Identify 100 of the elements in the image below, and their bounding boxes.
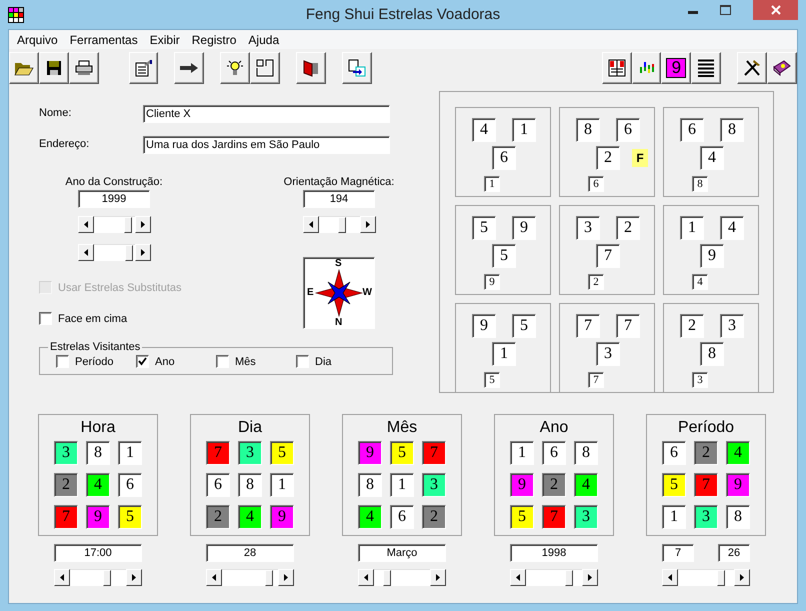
compass-label: N [335,317,342,328]
value-field[interactable]: 1998 [510,544,598,562]
value-field[interactable]: 17:00 [54,544,142,562]
scroll-right-button[interactable] [430,569,446,586]
checkbox[interactable] [39,312,52,325]
star-number: 1 [512,118,536,142]
left-arrow-icon [308,221,312,228]
palace-number: 3 [692,372,708,388]
left-arrow-icon [60,574,64,581]
number-grid-button[interactable] [602,52,632,84]
checkbox[interactable] [216,355,229,368]
menu-item[interactable]: Ferramentas [64,32,144,46]
help-book-button[interactable] [767,52,797,84]
star-number: 6 [662,441,686,465]
star-number: 8 [726,505,750,529]
menu-item[interactable]: Ajuda [242,32,286,46]
star-number: 9 [270,505,294,529]
star-number: 4 [358,505,382,529]
star-number: 7 [542,505,566,529]
field-label: Orientação Magnética: [284,176,394,188]
checkbox[interactable] [56,355,69,368]
scroll-right-button[interactable] [134,244,150,261]
star-number: 1 [510,441,534,465]
star-number: 2 [54,473,78,497]
value-field[interactable]: 28 [206,544,294,562]
number-button[interactable]: 9 [661,52,692,84]
value-field[interactable]: 26 [718,544,750,562]
palace-number: 6 [588,176,604,192]
scroll-left-button[interactable] [206,569,222,586]
scroll-right-button[interactable] [126,569,142,586]
tools-button[interactable] [737,52,768,84]
scroll-left-button[interactable] [78,244,94,261]
scroll-left-button[interactable] [510,569,526,586]
menu-item[interactable]: Exibir [144,32,186,46]
close-button[interactable] [753,0,798,20]
scroll-right-button[interactable] [360,216,376,233]
compass-rose-icon [314,268,364,318]
menu-item[interactable]: Registro [186,32,242,46]
left-arrow-icon [84,249,88,256]
scroll-left-button[interactable] [54,569,70,586]
star-number: 5 [472,216,496,240]
slider-thumb[interactable] [338,217,346,233]
star-number: 9 [358,441,382,465]
checkbox-label: Mês [235,356,256,368]
star-number: 1 [118,441,142,465]
panel-title: Ano [540,419,568,438]
bar-lines-button[interactable] [632,52,662,84]
star-number: 2 [694,441,718,465]
value-field[interactable]: Março [358,544,446,562]
scroll-right-button[interactable] [734,569,750,586]
star-number: 4 [238,505,262,529]
printer-button[interactable] [68,52,99,84]
slider-thumb[interactable] [717,570,725,586]
star-number: 1 [680,216,704,240]
palace-number: 5 [484,372,500,388]
value-field[interactable]: 7 [662,544,694,562]
properties-button[interactable] [128,52,158,84]
left-arrow-icon [364,574,368,581]
export-button[interactable] [342,52,372,84]
export-icon [348,59,366,77]
scroll-left-button[interactable] [302,216,318,233]
left-arrow-icon [84,221,88,228]
slider-thumb[interactable] [124,217,132,233]
slider-thumb[interactable] [383,570,391,586]
slider-thumb[interactable] [124,245,132,261]
address-field[interactable]: Uma rua dos Jardins em São Paulo [143,136,390,154]
orientation-field[interactable]: 194 [303,190,375,208]
star-number: 8 [720,118,744,142]
checkbox-label: Período [75,356,114,368]
scroll-left-button[interactable] [358,569,374,586]
scroll-right-button[interactable] [278,569,294,586]
floor-plan-button[interactable] [250,52,280,84]
right-arrow-icon [132,574,136,581]
star-number: 5 [118,505,142,529]
scroll-left-button[interactable] [662,569,678,586]
printer-icon [74,60,93,76]
slider-thumb[interactable] [565,570,573,586]
palace-number: 7 [588,372,604,388]
maximize-icon[interactable] [720,5,731,15]
scroll-left-button[interactable] [78,216,94,233]
open-folder-button[interactable] [9,52,39,84]
lightbulb-button[interactable] [220,52,250,84]
star-number: 6 [206,473,230,497]
slider-thumb[interactable] [103,570,111,586]
star-number: 6 [390,505,414,529]
name-field[interactable]: Cliente X [143,105,390,123]
right-arrow-button[interactable] [174,52,204,84]
year-field[interactable]: 1999 [78,190,150,208]
slider-thumb[interactable] [265,570,273,586]
star-number: 2 [422,505,446,529]
checkbox[interactable] [136,355,149,368]
book-button[interactable] [296,52,326,84]
menu-item[interactable]: Arquivo [11,32,64,46]
floppy-disk-button[interactable] [38,52,69,84]
trigram-lines-button[interactable] [691,52,722,84]
right-arrow-icon [140,249,144,256]
scroll-right-button[interactable] [582,569,598,586]
scroll-right-button[interactable] [134,216,150,233]
checkbox[interactable] [296,355,309,368]
star-number: 2 [542,473,566,497]
